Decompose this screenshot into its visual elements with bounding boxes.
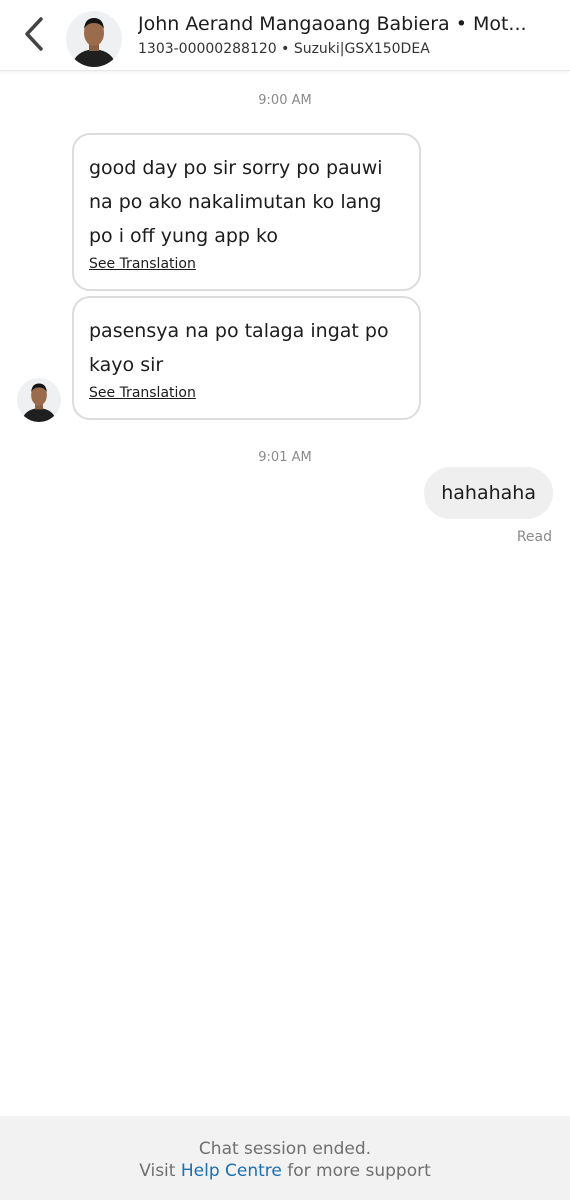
chat-header: John Aerand Mangaoang Babiera • Mot... 1… (0, 0, 570, 71)
message-timestamp: 9:01 AM (258, 450, 312, 465)
message-text: good day po sir sorry po pauwi na po ako… (89, 157, 383, 247)
chat-ended-footer: Chat session ended. Visit Help Centre fo… (0, 1116, 570, 1200)
support-text: Visit Help Centre for more support (0, 1159, 570, 1183)
message-text: pasensya na po talaga ingat po kayo sir (89, 320, 389, 376)
outgoing-message-bubble[interactable]: hahahaha (424, 467, 553, 519)
incoming-message-bubble[interactable]: pasensya na po talaga ingat po kayo sir … (72, 296, 421, 420)
session-ended-text: Chat session ended. (198, 1139, 372, 1159)
help-centre-link[interactable]: Help Centre (181, 1161, 282, 1181)
support-text-prefix: Visit (139, 1161, 176, 1181)
driver-avatar[interactable] (66, 11, 122, 67)
incoming-message-bubble[interactable]: good day po sir sorry po pauwi na po ako… (72, 133, 421, 291)
support-text-suffix: for more support (287, 1161, 431, 1181)
driver-name: John Aerand Mangaoang Babiera • Mot... (138, 13, 527, 35)
sender-avatar (17, 378, 61, 422)
chevron-left-icon (25, 17, 43, 51)
see-translation-link[interactable]: See Translation (89, 383, 196, 403)
message-timestamp: 9:00 AM (258, 93, 312, 108)
back-button[interactable] (14, 14, 54, 54)
vehicle-info: 1303-00000288120 • Suzuki|GSX150DEA (138, 41, 430, 57)
read-status: Read (516, 529, 552, 545)
see-translation-link[interactable]: See Translation (89, 254, 196, 274)
